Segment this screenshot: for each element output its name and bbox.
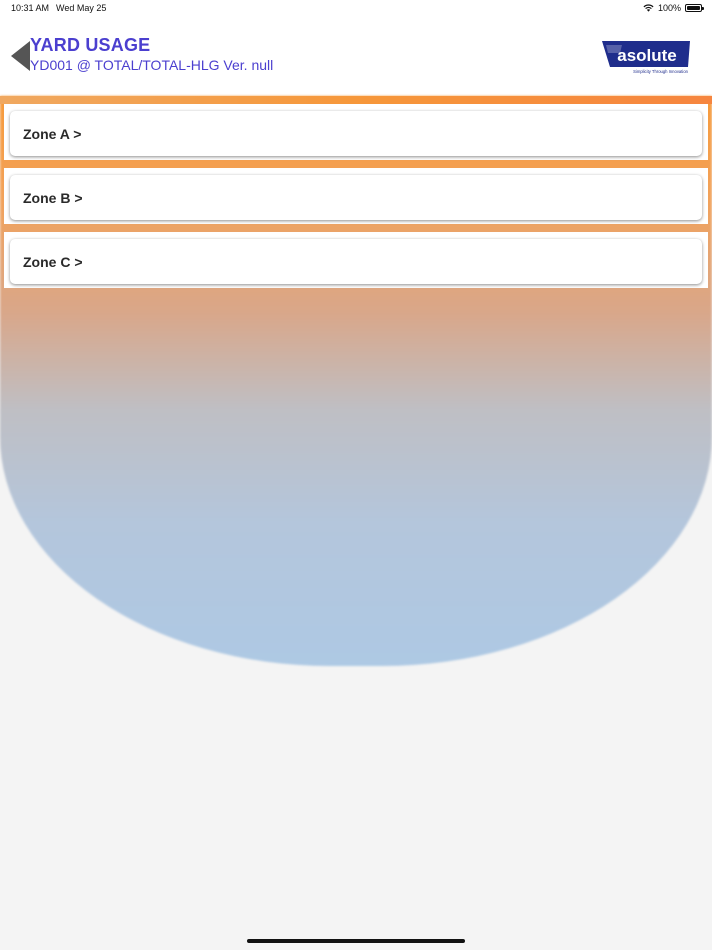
zone-label: Zone C > xyxy=(23,254,83,270)
list-item: Zone A > xyxy=(4,104,708,160)
battery-percent: 100% xyxy=(657,3,681,13)
logo-tagline: Simplicity Through Innovation xyxy=(633,69,689,74)
page-subtitle: YD001 @ TOTAL/TOTAL-HLG Ver. null xyxy=(30,57,274,73)
list-item: Zone B > xyxy=(4,168,708,224)
zone-label: Zone A > xyxy=(23,126,82,142)
back-button[interactable] xyxy=(10,40,32,72)
wifi-icon xyxy=(643,4,654,12)
company-logo: asolute Simplicity Through Innovation xyxy=(600,39,692,75)
zone-label: Zone B > xyxy=(23,190,83,206)
battery-icon xyxy=(685,4,704,12)
zone-b-button[interactable]: Zone B > xyxy=(10,175,702,220)
logo-name: asolute xyxy=(617,46,677,65)
back-arrow-icon xyxy=(11,41,30,71)
background-top-strip xyxy=(0,96,712,104)
status-date: Wed May 25 xyxy=(56,3,107,13)
status-time: 10:31 AM xyxy=(11,3,50,13)
header: YARD USAGE YD001 @ TOTAL/TOTAL-HLG Ver. … xyxy=(0,18,712,96)
list-item: Zone C > xyxy=(4,232,708,288)
home-indicator[interactable] xyxy=(247,939,465,943)
status-bar: 10:31 AM Wed May 25 100% xyxy=(0,0,712,18)
zone-list: Zone A > Zone B > Zone C > xyxy=(4,104,708,296)
status-right: 100% xyxy=(643,3,704,13)
zone-c-button[interactable]: Zone C > xyxy=(10,239,702,284)
zone-a-button[interactable]: Zone A > xyxy=(10,111,702,156)
page-title: YARD USAGE xyxy=(30,35,151,55)
